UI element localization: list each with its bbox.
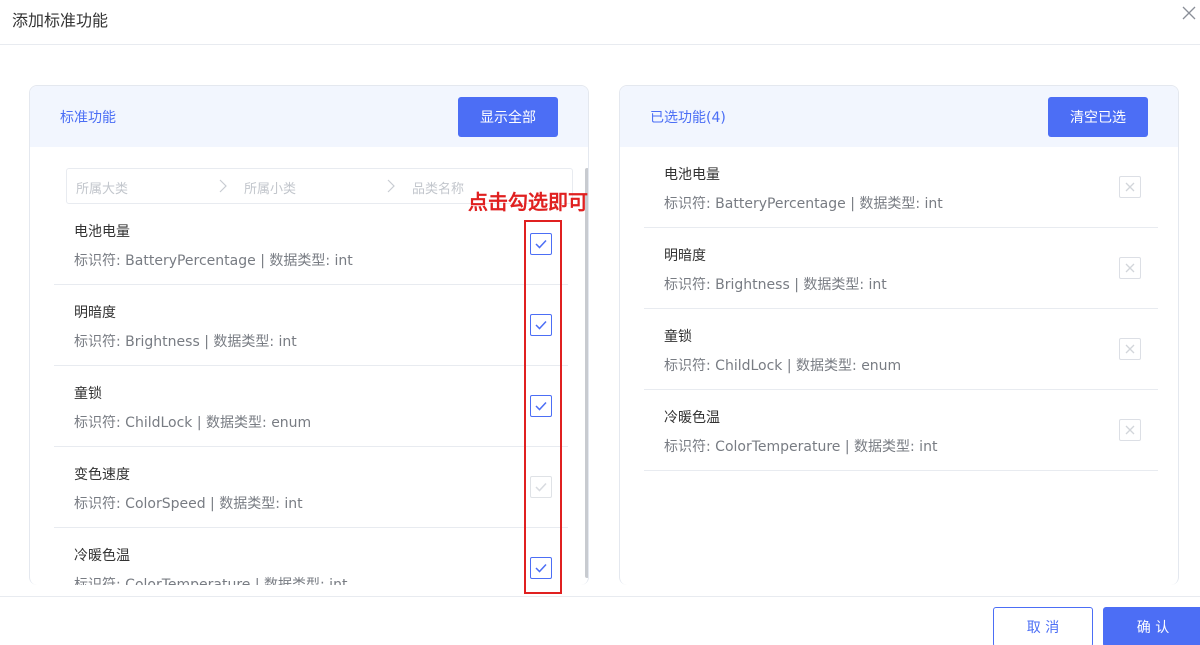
remove-icon[interactable] — [1119, 176, 1141, 198]
annotation-text: 点击勾选即可 — [468, 190, 588, 214]
cancel-button[interactable]: 取 消 — [993, 607, 1093, 645]
panel-title: 已选功能(4) — [650, 110, 726, 126]
list-item: 电池电量 标识符: BatteryPercentage | 数据类型: int — [54, 204, 568, 285]
remove-icon[interactable] — [1119, 257, 1141, 279]
remove-icon[interactable] — [1119, 338, 1141, 360]
list-item: 电池电量 标识符: BatteryPercentage | 数据类型: int — [644, 147, 1158, 228]
list-item: 童锁 标识符: ChildLock | 数据类型: enum — [54, 366, 568, 447]
list-scrollbar[interactable] — [585, 168, 588, 578]
dialog-title: 添加标准功能 — [12, 11, 109, 30]
list-item: 明暗度 标识符: Brightness | 数据类型: int — [54, 285, 568, 366]
function-identifier: 标识符: BatteryPercentage | 数据类型: int — [74, 253, 353, 269]
filter-minor-category[interactable]: 所属小类 — [244, 178, 296, 197]
annotation-highlight-box — [524, 220, 562, 594]
panel-header: 已选功能(4) 清空已选 — [620, 86, 1178, 147]
function-name: 冷暖色温 — [74, 548, 130, 564]
function-identifier: 标识符: ColorSpeed | 数据类型: int — [74, 496, 303, 512]
selected-functions-panel: 已选功能(4) 清空已选 电池电量 标识符: BatteryPercentage… — [619, 85, 1179, 585]
function-identifier: 标识符: Brightness | 数据类型: int — [74, 334, 297, 350]
list-item: 明暗度 标识符: Brightness | 数据类型: int — [644, 228, 1158, 309]
function-name: 电池电量 — [74, 224, 130, 240]
function-name: 明暗度 — [74, 305, 116, 321]
filter-major-category[interactable]: 所属大类 — [76, 178, 128, 197]
function-identifier: 标识符: ChildLock | 数据类型: enum — [664, 358, 902, 374]
confirm-button[interactable]: 确 认 — [1103, 607, 1200, 645]
list-item: 冷暖色温 标识符: ColorTemperature | 数据类型: int — [644, 390, 1158, 471]
function-name: 电池电量 — [664, 167, 720, 183]
dialog-footer: 取 消 确 认 — [0, 596, 1200, 645]
function-name: 明暗度 — [664, 248, 706, 264]
chevron-right-icon — [387, 179, 395, 193]
close-icon[interactable] — [1180, 4, 1198, 22]
function-identifier: 标识符: Brightness | 数据类型: int — [664, 277, 887, 293]
panel-header: 标准功能 显示全部 — [30, 86, 588, 147]
filter-category-name[interactable]: 品类名称 — [412, 178, 464, 197]
function-name: 童锁 — [664, 329, 692, 345]
standard-functions-panel: 标准功能 显示全部 所属大类 所属小类 品类名称 电池电量 标识符: Batte… — [29, 85, 589, 585]
remove-icon[interactable] — [1119, 419, 1141, 441]
clear-selected-button[interactable]: 清空已选 — [1048, 97, 1148, 137]
list-item: 冷暖色温 标识符: ColorTemperature | 数据类型: int — [54, 528, 568, 585]
show-all-button[interactable]: 显示全部 — [458, 97, 558, 137]
function-name: 冷暖色温 — [664, 410, 720, 426]
function-identifier: 标识符: ColorTemperature | 数据类型: int — [74, 577, 348, 585]
function-name: 变色速度 — [74, 467, 130, 483]
list-item: 变色速度 标识符: ColorSpeed | 数据类型: int — [54, 447, 568, 528]
function-name: 童锁 — [74, 386, 102, 402]
standard-function-list: 电池电量 标识符: BatteryPercentage | 数据类型: int … — [54, 204, 568, 585]
add-standard-function-dialog: 添加标准功能 标准功能 显示全部 所属大类 所属小类 品类名称 电池电量 标识符… — [0, 0, 1200, 645]
panel-title: 标准功能 — [60, 110, 116, 126]
function-identifier: 标识符: ChildLock | 数据类型: enum — [74, 415, 312, 431]
function-identifier: 标识符: ColorTemperature | 数据类型: int — [664, 439, 938, 455]
chevron-right-icon — [219, 179, 227, 193]
dialog-header: 添加标准功能 — [0, 0, 1200, 45]
list-item: 童锁 标识符: ChildLock | 数据类型: enum — [644, 309, 1158, 390]
function-identifier: 标识符: BatteryPercentage | 数据类型: int — [664, 196, 943, 212]
selected-function-list: 电池电量 标识符: BatteryPercentage | 数据类型: int … — [644, 147, 1158, 471]
